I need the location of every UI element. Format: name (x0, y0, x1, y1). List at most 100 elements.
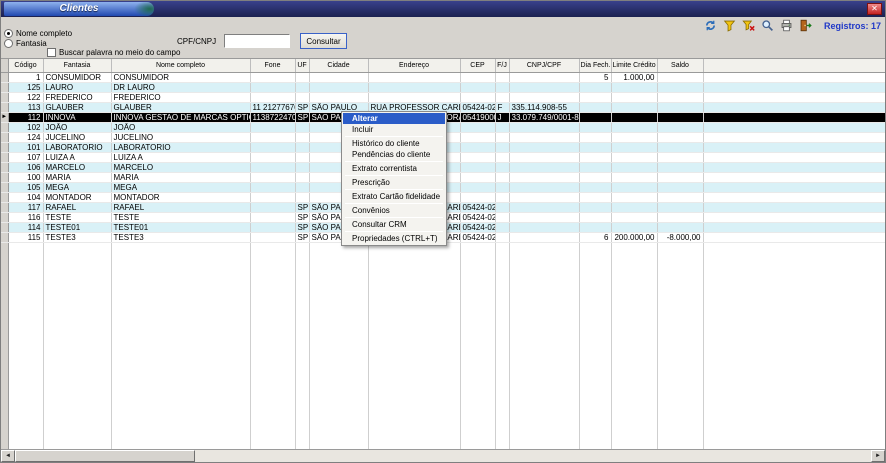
cell[interactable]: RAFAEL (111, 202, 250, 212)
cell[interactable] (295, 152, 309, 162)
cell[interactable] (495, 142, 509, 152)
cell[interactable]: TESTE (43, 212, 111, 222)
context-menu-item[interactable]: Extrato correntista (343, 163, 445, 174)
cell[interactable] (611, 82, 657, 92)
cell[interactable]: 1 (8, 72, 43, 82)
cell[interactable] (611, 132, 657, 142)
cell[interactable] (657, 162, 703, 172)
scroll-right-arrow[interactable]: ► (871, 450, 885, 462)
cell[interactable]: LAURO (43, 82, 111, 92)
cell[interactable] (295, 82, 309, 92)
cell[interactable] (460, 182, 495, 192)
cell[interactable] (495, 182, 509, 192)
cell[interactable]: CONSUMIDOR (43, 72, 111, 82)
cell[interactable] (611, 202, 657, 212)
cell[interactable]: TESTE01 (111, 222, 250, 232)
cell[interactable]: TESTE01 (43, 222, 111, 232)
cell[interactable] (250, 152, 295, 162)
cell[interactable]: MONTADOR (43, 192, 111, 202)
cell[interactable] (295, 72, 309, 82)
cell[interactable]: 107 (8, 152, 43, 162)
cell[interactable] (657, 192, 703, 202)
cell[interactable] (657, 112, 703, 122)
context-menu-item[interactable]: Incluir (343, 124, 445, 135)
cell[interactable] (579, 142, 611, 152)
cell[interactable] (509, 72, 579, 82)
context-menu-item[interactable]: Consultar CRM (343, 219, 445, 230)
cell[interactable] (250, 72, 295, 82)
cell[interactable]: 105 (8, 182, 43, 192)
cell[interactable]: 100 (8, 172, 43, 182)
cell[interactable]: JOÃO (43, 122, 111, 132)
cell[interactable] (309, 92, 368, 102)
cell[interactable] (657, 222, 703, 232)
cell[interactable] (250, 212, 295, 222)
cell[interactable]: LUIZA A (111, 152, 250, 162)
cell[interactable]: 102 (8, 122, 43, 132)
cell[interactable] (657, 132, 703, 142)
cell[interactable] (657, 142, 703, 152)
cell[interactable] (657, 72, 703, 82)
cell[interactable] (657, 152, 703, 162)
cell[interactable] (611, 102, 657, 112)
cell[interactable]: 200.000,00 (611, 232, 657, 242)
cell[interactable] (309, 72, 368, 82)
cell[interactable] (250, 162, 295, 172)
cell[interactable] (460, 142, 495, 152)
cell[interactable] (460, 82, 495, 92)
cell[interactable] (579, 152, 611, 162)
cell[interactable] (495, 202, 509, 212)
cell[interactable]: MEGA (111, 182, 250, 192)
cell[interactable]: 05424-020 (460, 202, 495, 212)
column-header[interactable]: Saldo (657, 59, 703, 72)
cell[interactable]: GLAUBER (111, 102, 250, 112)
cell[interactable]: MEGA (43, 182, 111, 192)
cell[interactable]: 101 (8, 142, 43, 152)
cell[interactable]: LABORATORIO (43, 142, 111, 152)
context-menu-item[interactable]: Prescrição (343, 177, 445, 188)
cell[interactable] (657, 172, 703, 182)
cell[interactable] (509, 152, 579, 162)
column-header[interactable]: CEP (460, 59, 495, 72)
cell[interactable]: 5 (579, 72, 611, 82)
cell[interactable]: 05424-020 (460, 102, 495, 112)
cell[interactable] (295, 172, 309, 182)
cell[interactable] (579, 132, 611, 142)
cell[interactable] (657, 122, 703, 132)
cell[interactable] (460, 72, 495, 82)
cell[interactable] (250, 122, 295, 132)
cell[interactable] (295, 92, 309, 102)
table-row[interactable]: 125LAURODR LAURO (1, 82, 885, 92)
cell[interactable] (509, 132, 579, 142)
cell[interactable]: TESTE3 (43, 232, 111, 242)
column-header[interactable]: F/J (495, 59, 509, 72)
cell[interactable]: 05424-020 (460, 222, 495, 232)
cell[interactable] (368, 72, 460, 82)
column-header[interactable]: Fone (250, 59, 295, 72)
cell[interactable]: SP (295, 102, 309, 112)
consultar-button[interactable]: Consultar (300, 33, 347, 49)
cell[interactable] (460, 172, 495, 182)
cell[interactable] (460, 162, 495, 172)
cell[interactable] (495, 192, 509, 202)
cell[interactable] (611, 212, 657, 222)
cell[interactable]: SP (295, 212, 309, 222)
cell[interactable] (509, 92, 579, 102)
context-menu-item[interactable]: Propriedades (CTRL+T) (343, 233, 445, 244)
cell[interactable]: 124 (8, 132, 43, 142)
cell[interactable]: 113 (8, 102, 43, 112)
cell[interactable]: RAFAEL (43, 202, 111, 212)
cell[interactable] (295, 192, 309, 202)
clear-filter-button[interactable] (741, 18, 757, 33)
cell[interactable] (509, 182, 579, 192)
cell[interactable]: TESTE (111, 212, 250, 222)
cell[interactable] (368, 82, 460, 92)
checkbox-buscar-meio[interactable]: Buscar palavra no meio do campo (47, 48, 180, 57)
cell[interactable] (460, 192, 495, 202)
cell[interactable]: J (495, 112, 509, 122)
column-header[interactable]: Fantasia (43, 59, 111, 72)
cell[interactable] (250, 192, 295, 202)
cell[interactable] (495, 232, 509, 242)
cell[interactable]: FREDERICO (43, 92, 111, 102)
column-header[interactable]: UF (295, 59, 309, 72)
